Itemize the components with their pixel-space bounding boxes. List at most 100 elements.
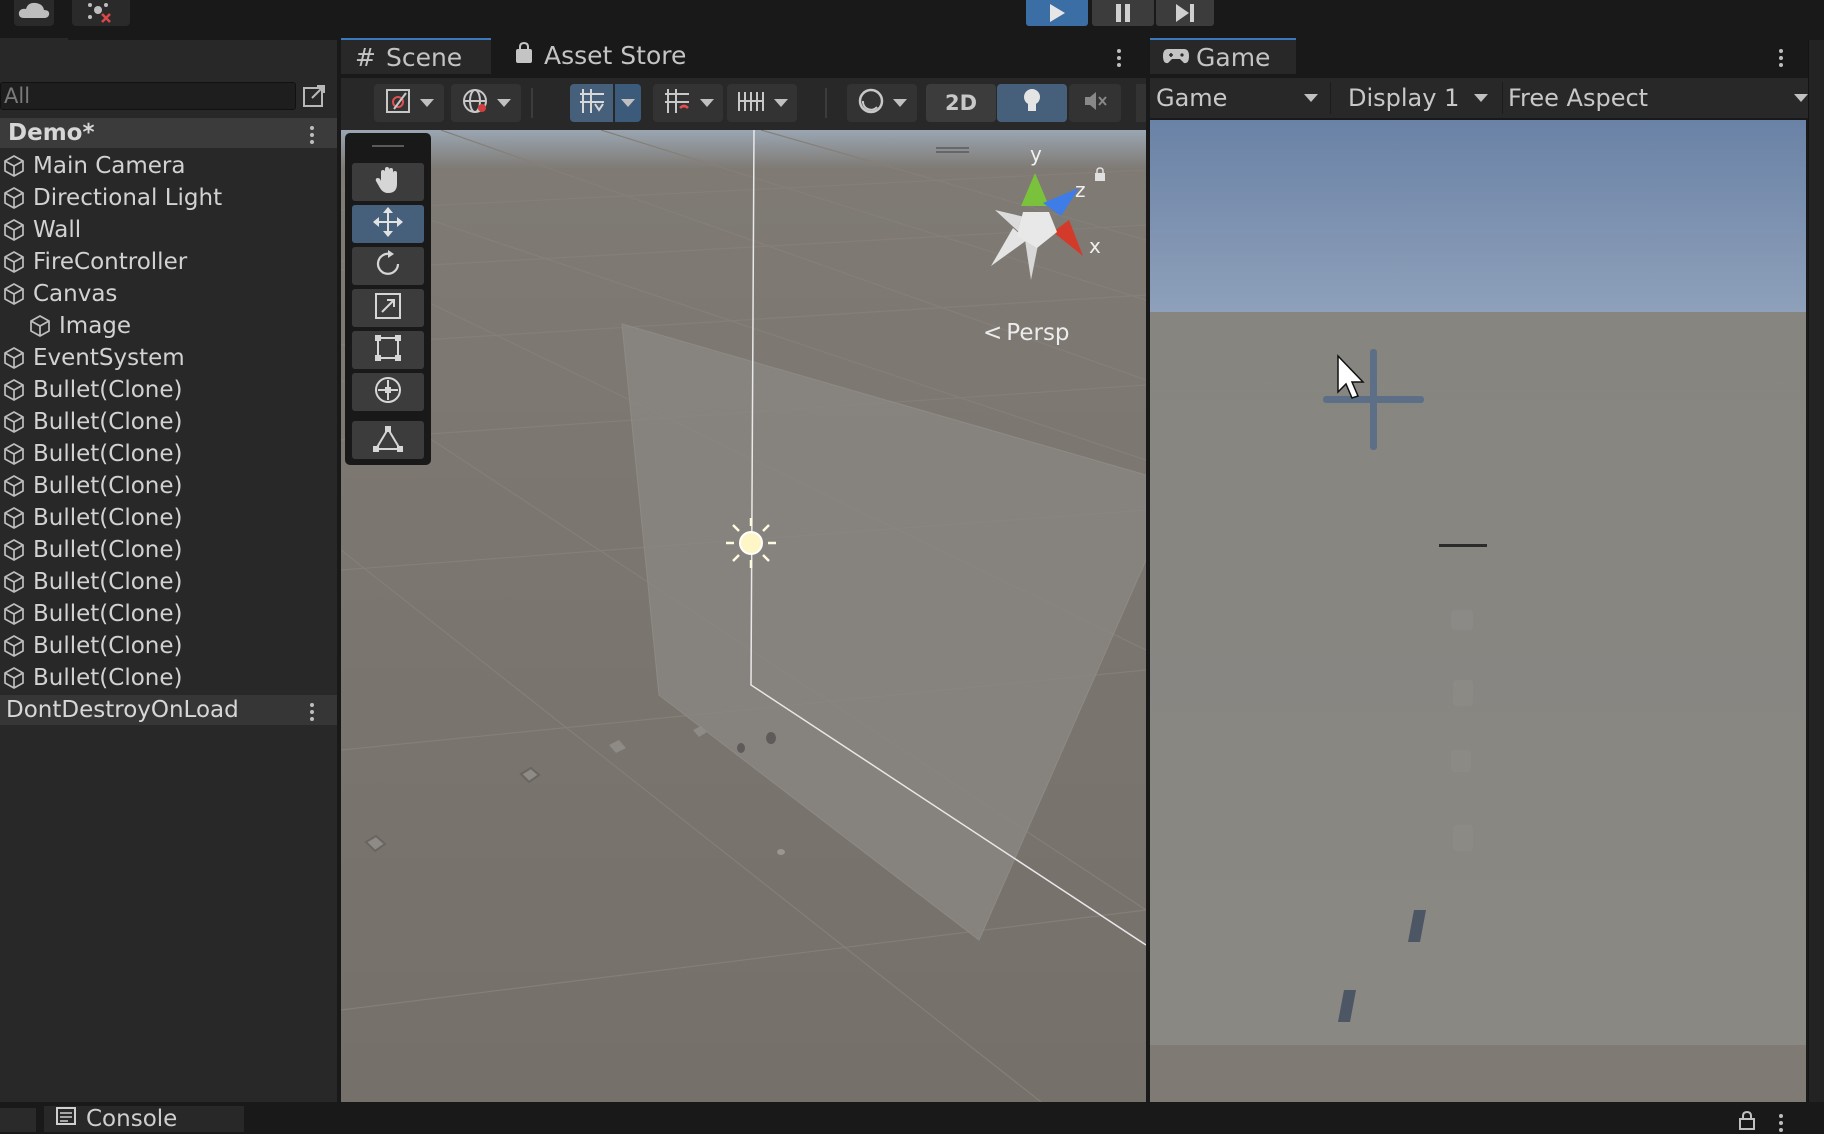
toolbar-divider bbox=[1330, 82, 1331, 114]
gameobject-cube-icon bbox=[2, 250, 26, 274]
scale-tool-button[interactable] bbox=[352, 289, 424, 327]
game-mode-dropdown[interactable]: Game bbox=[1156, 78, 1326, 118]
hierarchy-item-label: FireController bbox=[33, 249, 188, 275]
aspect-dropdown[interactable]: Free Aspect bbox=[1508, 78, 1808, 118]
hand-tool-button[interactable] bbox=[352, 163, 424, 201]
gameobject-cube-icon bbox=[2, 282, 26, 306]
gizmo-x-label: x bbox=[1089, 234, 1101, 258]
play-button[interactable] bbox=[1026, 0, 1088, 26]
rotate-icon bbox=[372, 248, 404, 284]
global-orientation-button[interactable] bbox=[451, 84, 521, 122]
hierarchy-item[interactable]: Bullet(Clone) bbox=[0, 566, 339, 598]
hierarchy-item[interactable]: Bullet(Clone) bbox=[0, 374, 339, 406]
console-menu-icon[interactable] bbox=[1778, 1112, 1784, 1134]
console-icon bbox=[56, 1106, 76, 1132]
tab-console[interactable]: Console bbox=[44, 1106, 244, 1132]
increment-snap-button[interactable] bbox=[653, 84, 723, 122]
step-button[interactable] bbox=[1156, 0, 1214, 26]
dontdestroy-menu-icon[interactable] bbox=[309, 701, 315, 723]
custom-tool-button[interactable] bbox=[352, 421, 424, 459]
hierarchy-item[interactable]: Directional Light bbox=[0, 182, 339, 214]
game-panel-menu-icon[interactable] bbox=[1778, 47, 1784, 69]
hierarchy-item[interactable]: Bullet(Clone) bbox=[0, 662, 339, 694]
lock-icon[interactable] bbox=[1738, 1110, 1756, 1134]
hierarchy-item[interactable]: EventSystem bbox=[0, 342, 339, 374]
hierarchy-search-placeholder: All bbox=[4, 84, 31, 108]
light-bulb-icon bbox=[1020, 87, 1044, 119]
hierarchy-item-label: Directional Light bbox=[33, 185, 223, 211]
gameobject-cube-icon bbox=[2, 218, 26, 242]
display-value: Display 1 bbox=[1348, 84, 1460, 112]
scene-header[interactable]: Demo* bbox=[0, 118, 337, 148]
hierarchy-item[interactable]: Bullet(Clone) bbox=[0, 438, 339, 470]
hierarchy-item[interactable]: Bullet(Clone) bbox=[0, 534, 339, 566]
hierarchy-item[interactable]: Image bbox=[0, 310, 365, 342]
scene-viewport[interactable]: y z x < Persp bbox=[341, 130, 1146, 1102]
tab-game-label: Game bbox=[1196, 42, 1271, 72]
hierarchy-item-label: Wall bbox=[33, 217, 82, 243]
hierarchy-item-label: Bullet(Clone) bbox=[33, 473, 183, 499]
hierarchy-item[interactable]: Bullet(Clone) bbox=[0, 630, 339, 662]
display-dropdown[interactable]: Display 1 bbox=[1348, 78, 1498, 118]
lighting-toggle-button[interactable] bbox=[997, 84, 1067, 122]
collab-icon[interactable] bbox=[72, 0, 130, 26]
chevron-down-icon bbox=[700, 99, 714, 107]
tab-asset-store-label: Asset Store bbox=[544, 40, 687, 70]
tools-overlay bbox=[345, 133, 431, 465]
scene-menu-icon[interactable] bbox=[309, 124, 315, 146]
game-toolbar: Game Display 1 Free Aspect bbox=[1150, 78, 1810, 118]
tab-game[interactable]: Game bbox=[1150, 38, 1296, 74]
transform-tool-button[interactable] bbox=[352, 373, 424, 411]
hierarchy-item[interactable]: Wall bbox=[0, 214, 339, 246]
search-options-icon[interactable] bbox=[300, 82, 328, 110]
draw-mode-button[interactable] bbox=[374, 84, 444, 122]
lock-icon[interactable] bbox=[1093, 166, 1107, 186]
grid-snapping-dropdown[interactable] bbox=[615, 84, 641, 122]
chevron-down-icon bbox=[497, 99, 511, 107]
tab-scene-label: Scene bbox=[385, 42, 463, 72]
chevron-down-icon bbox=[621, 99, 635, 107]
toolbar-divider bbox=[531, 88, 533, 118]
hierarchy-item[interactable]: Bullet(Clone) bbox=[0, 598, 339, 630]
transform-icon bbox=[372, 374, 404, 410]
2d-toggle-button[interactable]: 2D bbox=[926, 84, 996, 122]
scene-panel-menu-icon[interactable] bbox=[1116, 47, 1122, 69]
rect-tool-button[interactable] bbox=[352, 331, 424, 369]
ruler-grid-icon bbox=[736, 87, 766, 119]
orientation-gizmo[interactable]: y z x bbox=[961, 142, 1111, 298]
overlay-drag-handle bbox=[372, 145, 404, 147]
gameobject-cube-icon bbox=[2, 346, 26, 370]
hierarchy-item[interactable]: FireController bbox=[0, 246, 339, 278]
pause-button[interactable] bbox=[1092, 0, 1154, 26]
grid-visibility-button[interactable] bbox=[727, 84, 797, 122]
shading-mode-button[interactable] bbox=[847, 84, 917, 122]
hierarchy-item[interactable]: Bullet(Clone) bbox=[0, 470, 339, 502]
dontdestroy-header[interactable]: DontDestroyOnLoad bbox=[0, 695, 337, 725]
gameobject-cube-icon bbox=[2, 666, 26, 690]
game-viewport[interactable] bbox=[1150, 120, 1806, 1102]
persp-toggle[interactable]: < Persp bbox=[983, 320, 1070, 346]
chevron-down-icon bbox=[420, 99, 434, 107]
dontdestroy-label: DontDestroyOnLoad bbox=[6, 697, 239, 723]
hierarchy-panel: All Demo* Main Camera Directional Light Wa… bbox=[0, 40, 337, 1102]
hierarchy-item[interactable]: Canvas bbox=[0, 278, 339, 310]
move-tool-button[interactable] bbox=[352, 205, 424, 243]
hierarchy-search-input[interactable]: All bbox=[0, 82, 296, 110]
hierarchy-item[interactable]: Main Camera bbox=[0, 150, 339, 182]
tab-scene[interactable]: # Scene bbox=[341, 38, 491, 74]
sphere-icon bbox=[857, 87, 885, 119]
panel-scrollbar[interactable] bbox=[1808, 40, 1824, 1102]
hierarchy-item[interactable]: Bullet(Clone) bbox=[0, 406, 339, 438]
toolbar-overflow[interactable] bbox=[1136, 84, 1146, 122]
gameobject-cube-icon bbox=[2, 506, 26, 530]
gameobject-cube-icon bbox=[2, 154, 26, 178]
rotate-tool-button[interactable] bbox=[352, 247, 424, 285]
hierarchy-item[interactable]: Bullet(Clone) bbox=[0, 502, 339, 534]
tab-asset-store[interactable]: Asset Store bbox=[500, 38, 690, 72]
hierarchy-item-label: Bullet(Clone) bbox=[33, 569, 183, 595]
audio-toggle-button[interactable] bbox=[1069, 84, 1121, 122]
cloud-icon[interactable] bbox=[14, 0, 54, 26]
gameobject-cube-icon bbox=[2, 634, 26, 658]
grid-snapping-button[interactable] bbox=[570, 84, 613, 122]
tab-project[interactable] bbox=[0, 1108, 36, 1132]
